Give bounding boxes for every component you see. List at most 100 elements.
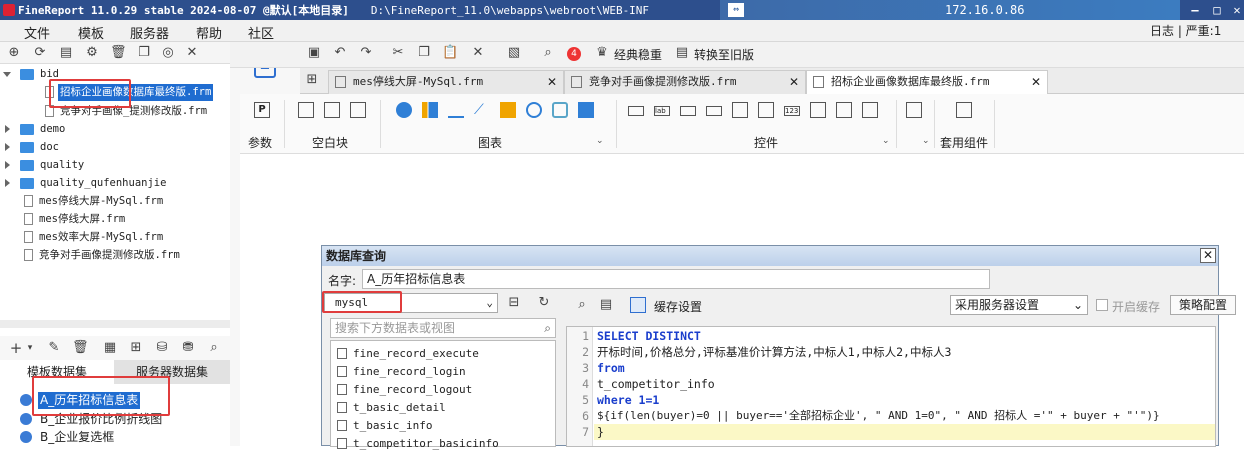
param-icon[interactable]: ⊞ — [128, 340, 144, 356]
grid-icon[interactable]: ⊞ — [304, 72, 320, 88]
dropdown-icon[interactable]: ▾ — [22, 340, 38, 356]
strategy-config-button[interactable]: 策略配置 — [1170, 295, 1236, 315]
remote-desktop-icon[interactable]: ⇔ — [728, 3, 744, 17]
table-item[interactable]: fine_record_login — [331, 363, 466, 381]
undo-icon[interactable]: ↶ — [332, 45, 348, 61]
table-item[interactable]: fine_record_execute — [331, 345, 479, 363]
locate-icon[interactable]: ◎ — [160, 45, 176, 61]
delete-icon[interactable]: 🗑 — [110, 45, 127, 61]
redo-icon[interactable]: ↷ — [358, 45, 374, 61]
close-button[interactable]: ✕ — [1226, 2, 1244, 18]
block-grid-icon[interactable] — [324, 102, 340, 118]
open-icon[interactable]: ⟳ — [32, 45, 48, 61]
area-chart-icon[interactable] — [500, 102, 516, 118]
block-icon[interactable] — [298, 102, 314, 118]
expand-icon[interactable] — [5, 143, 10, 151]
maximize-button[interactable]: □ — [1206, 2, 1228, 18]
template-icon[interactable]: ▤ — [58, 45, 74, 61]
edit-icon[interactable]: ✎ — [46, 340, 62, 356]
expand-icon[interactable] — [5, 161, 10, 169]
dataset-name-input[interactable]: A_历年招标信息表 — [362, 269, 990, 289]
params-icon[interactable]: P — [254, 102, 270, 118]
menu-help[interactable]: 帮助 — [196, 23, 222, 42]
list-icon[interactable] — [732, 102, 748, 118]
database-edit-icon[interactable]: ⛃ — [180, 340, 196, 356]
refresh-icon[interactable]: ↻ — [536, 295, 552, 311]
checkbox-icon[interactable] — [758, 102, 774, 118]
close-tab-icon[interactable]: ✕ — [789, 71, 799, 93]
gauge-icon[interactable] — [526, 102, 542, 118]
map-icon[interactable] — [578, 102, 594, 118]
table-search-input[interactable]: 搜索下方数据表或视图 ⌕ — [330, 318, 556, 338]
label-icon[interactable]: lab — [654, 106, 670, 116]
table-item[interactable]: t_competitor_basicinfo — [331, 435, 499, 453]
menu-file[interactable]: 文件 — [24, 23, 50, 42]
preview-icon[interactable]: ▦ — [102, 340, 118, 356]
radar-icon[interactable] — [552, 102, 568, 118]
block-split-icon[interactable] — [350, 102, 366, 118]
preview-icon[interactable]: ⌕ — [574, 297, 590, 313]
chevron-down-icon[interactable]: ⌄ — [486, 294, 493, 312]
switch-icon[interactable]: ▤ — [674, 45, 690, 61]
date-icon[interactable] — [810, 102, 826, 118]
search-icon[interactable]: ⌕ — [540, 45, 556, 61]
textbox-icon[interactable] — [628, 106, 644, 116]
minimize-button[interactable]: — — [1184, 2, 1206, 18]
dialog-close-button[interactable]: ✕ — [1200, 248, 1216, 263]
status-log[interactable]: 日志 | 严重:1 — [1150, 22, 1221, 39]
theme-classic-button[interactable]: 经典稳重 — [614, 46, 662, 63]
query-icon[interactable] — [906, 102, 922, 118]
tab-doc[interactable]: mes停线大屏-MySql.frm ✕ — [328, 70, 564, 94]
sql-editor[interactable]: 1 2 3 4 5 6 7 SELECT DISTINCT 开标时间,价格总分,… — [566, 326, 1216, 447]
pie-chart-icon[interactable] — [396, 102, 412, 118]
expand-icon[interactable] — [5, 179, 10, 187]
cut-icon[interactable]: ✂ — [390, 45, 406, 61]
theme-icon[interactable]: ♛ — [594, 45, 610, 61]
line-chart-icon[interactable]: ⟋ — [474, 102, 490, 118]
clear-icon[interactable]: ✕ — [470, 45, 486, 61]
notification-badge[interactable]: 4 — [567, 47, 581, 61]
menu-template[interactable]: 模板 — [78, 23, 104, 42]
preview-icon[interactable]: ▧ — [506, 45, 522, 61]
param-icon[interactable]: ▤ — [598, 297, 614, 313]
db-edit-icon[interactable]: ⊟ — [506, 295, 522, 311]
menu-server[interactable]: 服务器 — [130, 23, 169, 42]
expand-icon[interactable] — [3, 72, 11, 77]
query-more-icon[interactable]: ⌄ — [922, 136, 930, 146]
menu-community[interactable]: 社区 — [248, 23, 274, 42]
column-chart-icon[interactable] — [448, 102, 464, 118]
tab-doc-active[interactable]: 招标企业画像数据库最终版.frm ✕ — [806, 70, 1048, 94]
radio-group-icon[interactable] — [862, 102, 878, 118]
collapse-icon[interactable]: ✕ — [184, 45, 200, 61]
combo-icon[interactable] — [706, 106, 722, 116]
tab-doc[interactable]: 竞争对手画像提测修改版.frm ✕ — [564, 70, 806, 94]
copy-icon[interactable]: ❐ — [416, 45, 432, 61]
new-file-icon[interactable]: ⊕ — [6, 45, 22, 61]
copy-icon[interactable]: ❐ — [136, 45, 152, 61]
enable-cache-checkbox[interactable] — [1096, 299, 1108, 311]
delete-icon[interactable]: 🗑 — [72, 340, 89, 356]
control-more-icon[interactable]: ⌄ — [882, 136, 890, 146]
cache-select[interactable]: 采用服务器设置 ⌄ — [950, 295, 1088, 315]
paste-icon[interactable]: 📋 — [442, 45, 458, 61]
button-widget-icon[interactable] — [680, 106, 696, 116]
close-tab-icon[interactable]: ✕ — [547, 71, 557, 93]
chevron-down-icon[interactable]: ⌄ — [1073, 296, 1083, 314]
table-item[interactable]: fine_record_logout — [331, 381, 472, 399]
close-tab-icon[interactable]: ✕ — [1031, 71, 1041, 93]
bar-chart-icon[interactable] — [422, 102, 438, 118]
table-item[interactable]: t_basic_detail — [331, 399, 446, 417]
table-item[interactable]: t_basic_info — [331, 417, 432, 435]
save-icon[interactable]: ▣ — [306, 45, 322, 61]
suite-icon[interactable] — [956, 102, 972, 118]
search-icon[interactable]: ⌕ — [206, 340, 222, 356]
expand-icon[interactable] — [5, 125, 10, 133]
settings-icon[interactable]: ⚙ — [84, 45, 100, 61]
number-icon[interactable]: 123 — [784, 106, 800, 116]
search-icon[interactable]: ⌕ — [544, 319, 551, 337]
tree-widget-icon[interactable] — [836, 102, 852, 118]
chart-more-icon[interactable]: ⌄ — [596, 136, 604, 146]
switch-old-version-button[interactable]: 转换至旧版 — [694, 46, 754, 63]
panel-splitter[interactable] — [0, 320, 230, 328]
cache-icon[interactable] — [630, 297, 646, 313]
